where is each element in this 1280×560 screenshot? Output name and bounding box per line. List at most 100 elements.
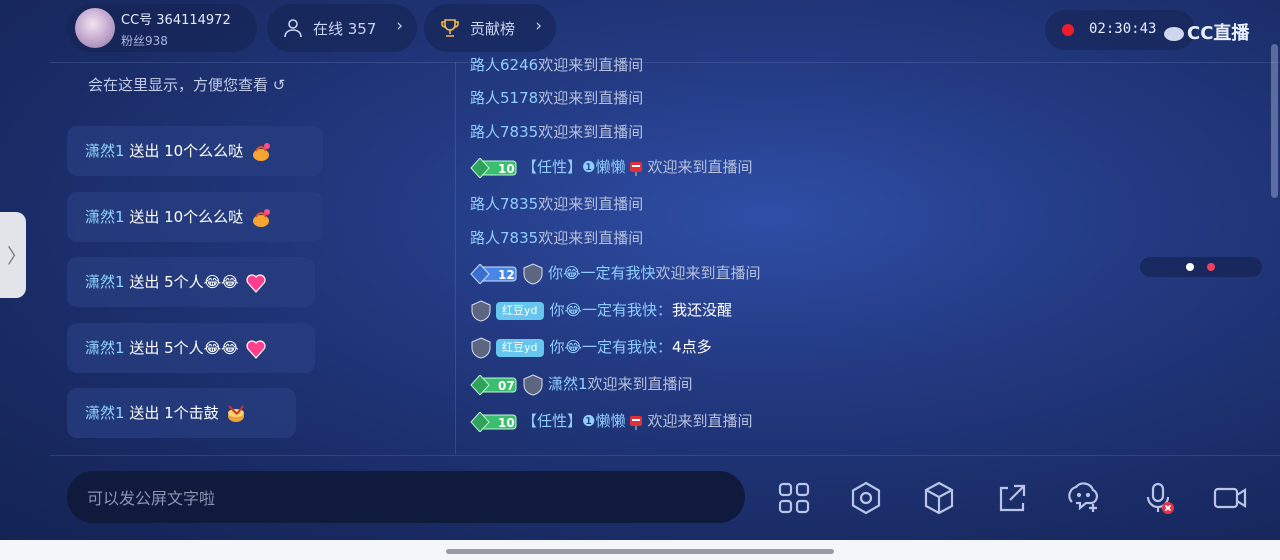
- chevron-right-icon: 〉: [7, 244, 27, 268]
- chat-welcome: 欢迎来到直播间: [538, 56, 644, 74]
- settings-icon[interactable]: [848, 480, 884, 516]
- chat-welcome: 欢迎来到直播间: [587, 375, 693, 393]
- chat-user[interactable]: 路人6246: [470, 56, 538, 74]
- gift-action: 送出 10个么么哒: [124, 142, 244, 160]
- chat-user[interactable]: 你😂一定有我快: [548, 264, 656, 282]
- chat-message: 10 【任性】❶懒懒 欢迎来到直播间: [470, 156, 752, 178]
- gift-user: 潇然1: [85, 404, 125, 422]
- chat-message: 红豆yd 你😂一定有我快：4点多: [470, 336, 712, 359]
- cc-live-logo: CC直播: [1164, 19, 1249, 45]
- gift-tip: 会在这里显示，方便您查看 ↺: [88, 76, 286, 94]
- mic-muted-icon[interactable]: [1140, 480, 1176, 516]
- level-badge-icon: 10: [470, 411, 517, 432]
- share-icon[interactable]: [994, 480, 1030, 516]
- chat-user[interactable]: 潇然1: [548, 375, 588, 393]
- cc-logo-icon: [1164, 27, 1184, 41]
- side-drawer-handle[interactable]: 〉: [0, 212, 27, 298]
- chat-text: 4点多: [672, 338, 712, 356]
- kiss-gift-icon: [252, 208, 270, 227]
- mailbox-icon: [630, 415, 643, 430]
- fan-tag: 红豆yd: [496, 338, 544, 357]
- divider: [455, 62, 456, 454]
- chat-user[interactable]: 路人7835: [470, 195, 538, 213]
- chat-user[interactable]: 你😂一定有我快：: [550, 338, 673, 356]
- gift-action: 送出 10个么么哒: [124, 208, 244, 226]
- level-number: 12: [498, 268, 515, 282]
- chat-scrollbar[interactable]: [1271, 44, 1278, 198]
- apps-grid-icon[interactable]: [776, 480, 812, 516]
- guard-shield-icon: [523, 373, 543, 396]
- chat-welcome: 欢迎来到直播间: [538, 229, 644, 247]
- divider: [50, 62, 1280, 63]
- guard-shield-icon: [471, 299, 491, 322]
- chat-message: 12 你😂一定有我快欢迎来到直播间: [470, 262, 761, 285]
- chat-user[interactable]: 【任性】❶懒懒: [522, 158, 625, 176]
- chat-text: 我还没醒: [672, 301, 733, 319]
- mailbox-icon: [630, 161, 643, 176]
- gift-item: 潇然1 送出 5个人😂😂: [67, 323, 315, 373]
- chat-user[interactable]: 路人7835: [470, 229, 538, 247]
- gift-action: 送出 1个击鼓: [124, 404, 219, 422]
- fan-tag: 红豆yd: [496, 301, 544, 320]
- trophy-icon: [441, 19, 459, 37]
- online-count-button[interactable]: 在线 357 ›: [267, 4, 417, 52]
- chat-message: 红豆yd 你😂一定有我快：我还没醒: [470, 299, 733, 322]
- anchor-info[interactable]: CC号 364114972 粉丝938: [67, 4, 257, 52]
- gift-user: 潇然1: [85, 142, 125, 160]
- guard-shield-icon: [471, 336, 491, 359]
- heart-gift-icon: [246, 339, 267, 359]
- level-number: 10: [498, 416, 515, 430]
- drum-gift-icon: [228, 404, 245, 422]
- gift-action: 送出 5个人😂😂: [124, 339, 239, 357]
- fans-count: 粉丝938: [121, 34, 168, 48]
- cube-icon[interactable]: [921, 480, 957, 516]
- chat-user[interactable]: 【任性】❶懒懒: [522, 412, 625, 430]
- page-dot-active[interactable]: [1186, 263, 1194, 271]
- gift-item: 潇然1 送出 10个么么哒: [67, 192, 323, 242]
- online-count-label: 在线 357: [313, 20, 377, 38]
- gift-action: 送出 5个人😂😂: [124, 273, 239, 291]
- timer-text: 02:30:43: [1089, 21, 1157, 37]
- contribution-rank-label: 贡献榜: [470, 20, 516, 38]
- chat-user[interactable]: 路人5178: [470, 89, 538, 107]
- guard-shield-icon: [523, 262, 543, 285]
- home-indicator[interactable]: [446, 549, 834, 554]
- chat-message: 路人7835欢迎来到直播间: [470, 193, 643, 215]
- gift-item: 潇然1 送出 10个么么哒: [67, 126, 323, 176]
- chat-input[interactable]: [85, 483, 729, 513]
- chat-user[interactable]: 路人7835: [470, 123, 538, 141]
- chat-welcome: 欢迎来到直播间: [647, 158, 753, 176]
- page-dot[interactable]: [1207, 263, 1215, 271]
- kiss-gift-icon: [252, 142, 270, 161]
- chevron-right-icon: ›: [535, 16, 542, 36]
- divider: [50, 455, 1280, 456]
- chat-message: 07 潇然1欢迎来到直播间: [470, 373, 693, 396]
- level-badge-icon: 10: [470, 157, 517, 178]
- chat-message: 10 【任性】❶懒懒 欢迎来到直播间: [470, 410, 752, 432]
- chat-input-bar[interactable]: [67, 471, 745, 523]
- gift-item: 潇然1 送出 1个击鼓: [67, 388, 296, 438]
- gift-user: 潇然1: [85, 208, 125, 226]
- gift-user: 潇然1: [85, 273, 125, 291]
- chat-welcome: 欢迎来到直播间: [538, 195, 644, 213]
- record-dot-icon: [1062, 24, 1074, 36]
- chat-welcome: 欢迎来到直播间: [647, 412, 753, 430]
- chat-user[interactable]: 你😂一定有我快：: [550, 301, 673, 319]
- level-badge-icon: 12: [470, 263, 517, 284]
- level-number: 10: [498, 162, 515, 176]
- live-room-screen: CC号 364114972 粉丝938 在线 357 › 贡献榜 › 02:30…: [0, 0, 1280, 540]
- video-camera-icon[interactable]: [1212, 480, 1248, 516]
- chat-welcome: 欢迎来到直播间: [538, 89, 644, 107]
- page-indicator[interactable]: [1140, 257, 1262, 277]
- chat-message: 路人5178欢迎来到直播间: [470, 87, 643, 109]
- level-badge-icon: 07: [470, 374, 517, 395]
- logo-text: CC直播: [1187, 23, 1250, 44]
- contribution-rank-button[interactable]: 贡献榜 ›: [424, 4, 556, 52]
- chat-message: 路人7835欢迎来到直播间: [470, 227, 643, 249]
- gift-user: 潇然1: [85, 339, 125, 357]
- level-number: 07: [498, 379, 515, 393]
- emoji-add-icon[interactable]: [1066, 480, 1102, 516]
- avatar[interactable]: [75, 8, 115, 48]
- user-icon: [284, 19, 302, 38]
- gift-item: 潇然1 送出 5个人😂😂: [67, 257, 315, 307]
